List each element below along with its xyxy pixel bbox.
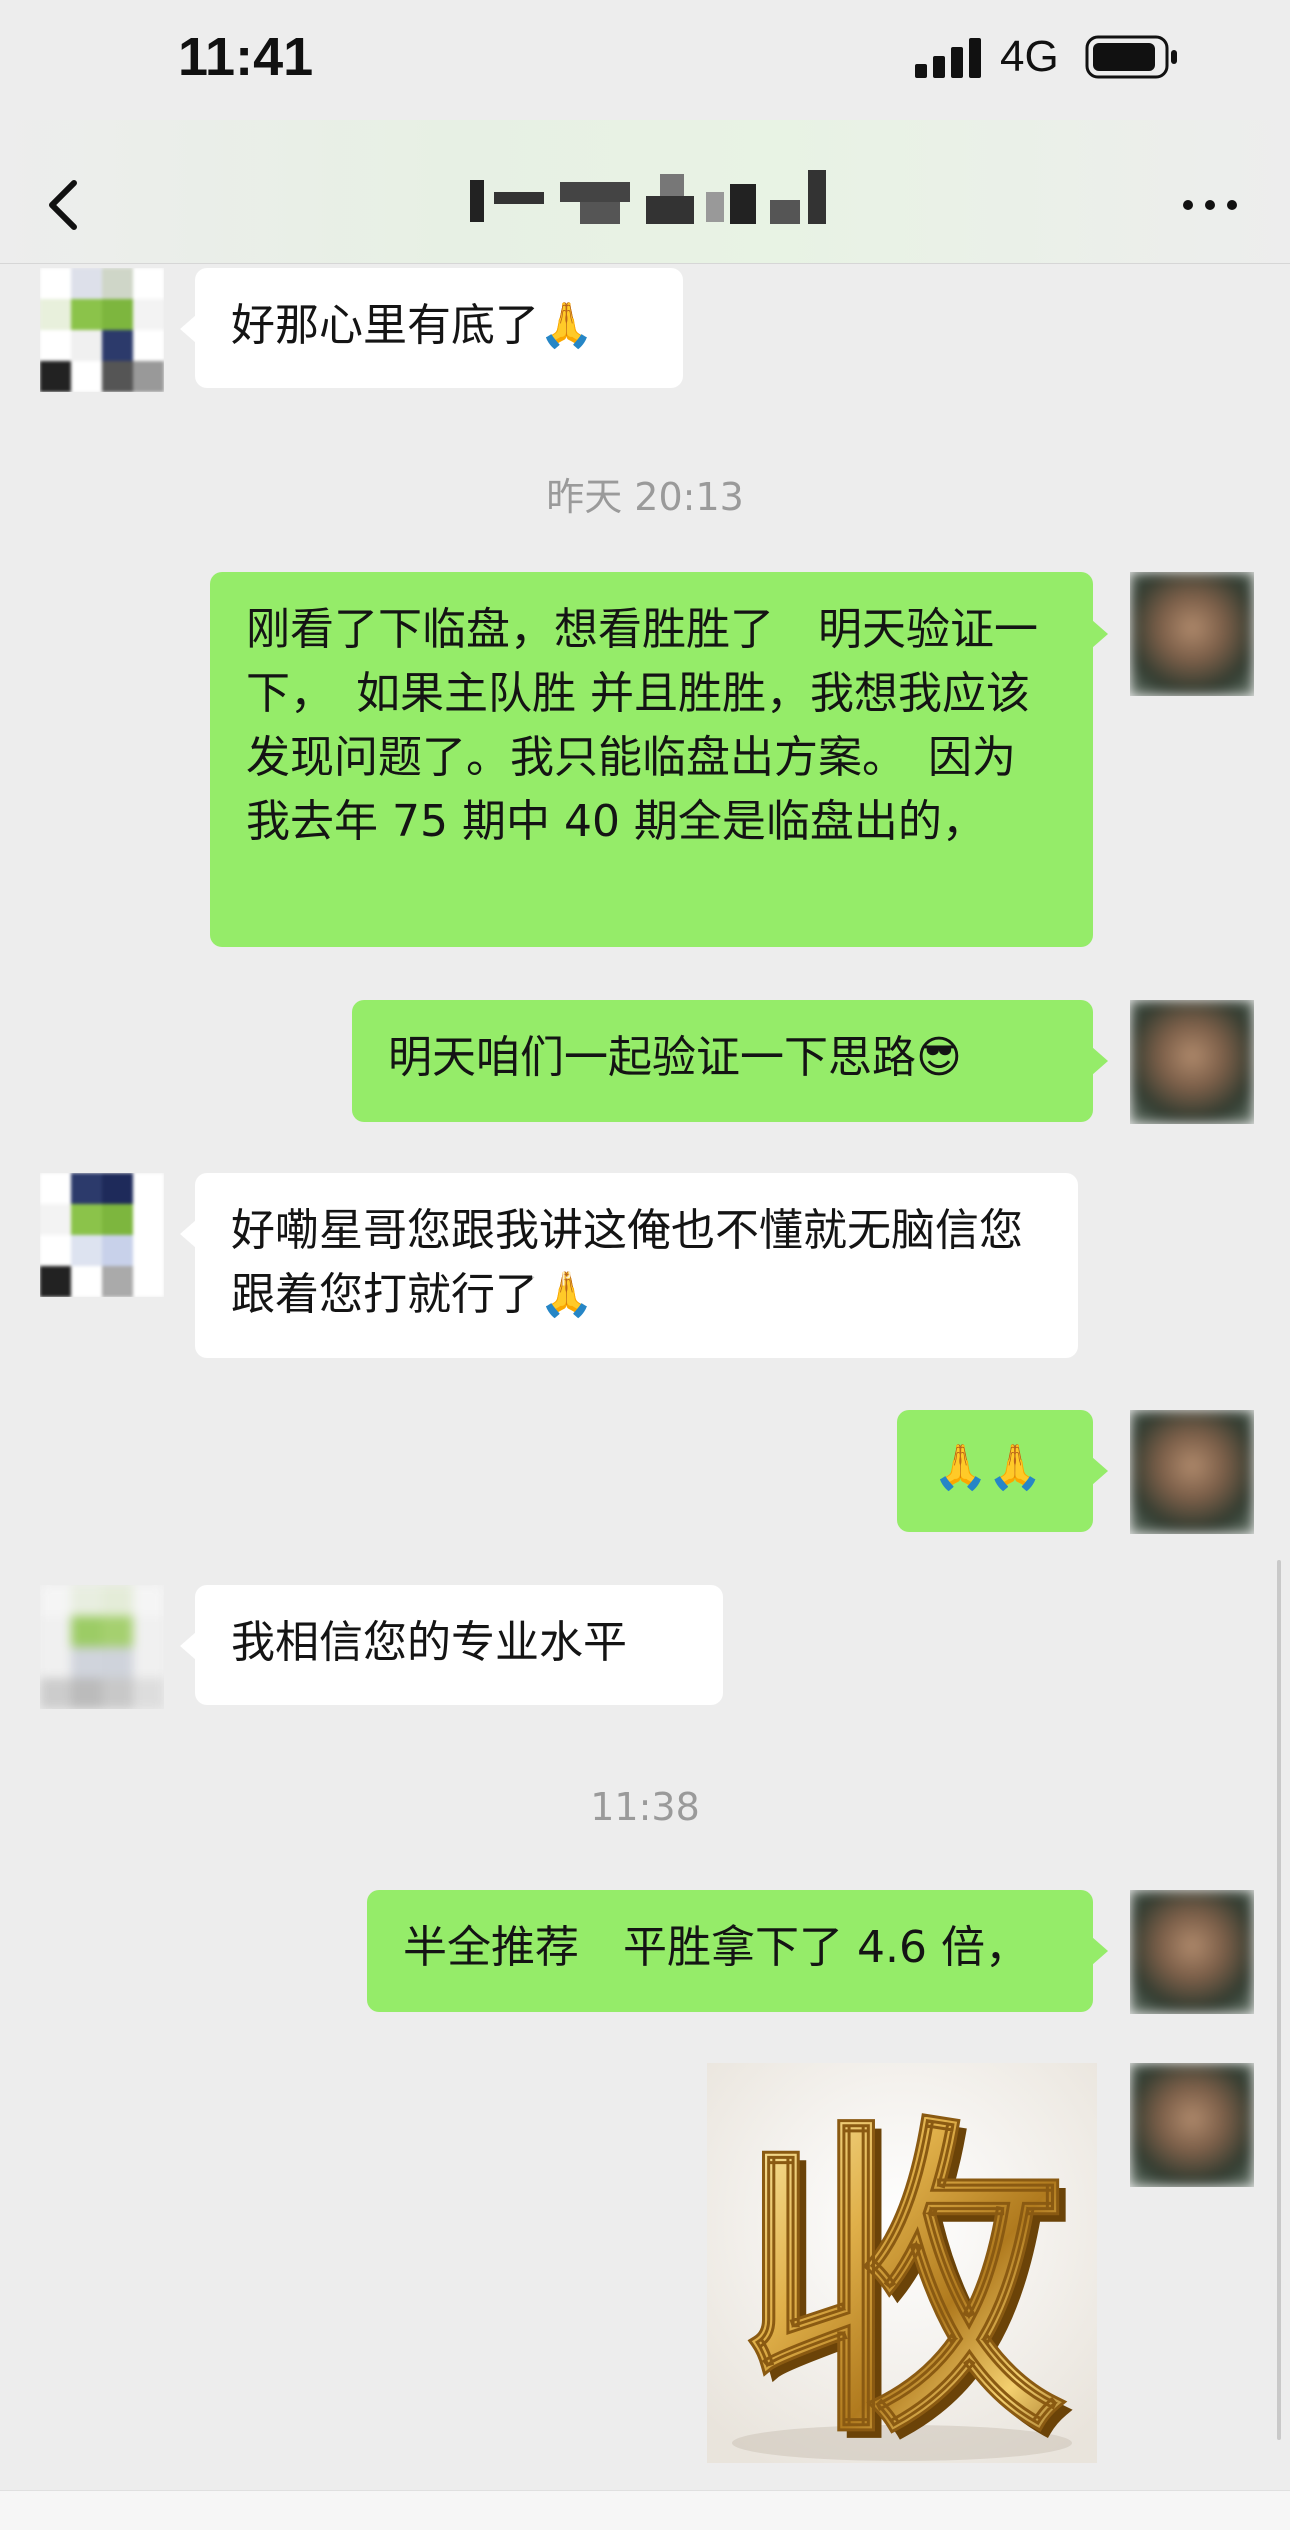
back-chevron-icon[interactable] <box>40 175 90 235</box>
chat-title-pixelated <box>470 170 826 224</box>
gold-character-image: 收 收 <box>707 2063 1097 2463</box>
my-avatar[interactable] <box>1130 1890 1254 2014</box>
more-options-icon[interactable] <box>1180 195 1240 215</box>
signal-icon <box>915 38 981 78</box>
timestamp: 11:38 <box>590 1785 700 1829</box>
network-type: 4G <box>1000 32 1059 81</box>
status-bar: 11:41 4G <box>0 0 1290 120</box>
watermark: @阿星足球观 <box>530 1256 710 1291</box>
my-avatar[interactable] <box>1130 2063 1254 2187</box>
message-bubble-sent[interactable]: 🙏🙏 <box>897 1410 1093 1532</box>
status-time: 11:41 <box>178 27 314 87</box>
my-avatar[interactable] <box>1130 1000 1254 1124</box>
chat-header <box>0 120 1290 264</box>
scrollbar[interactable] <box>1277 1560 1281 2440</box>
my-avatar[interactable] <box>1130 1410 1254 1534</box>
message-bubble-sent[interactable]: 刚看了下临盘，想看胜胜了 明天验证一下， 如果主队胜 并且胜胜，我想我应该发现问… <box>210 572 1093 947</box>
battery-icon <box>1085 35 1177 79</box>
image-message[interactable]: 收 收 <box>707 2063 1097 2463</box>
timestamp: 昨天 20:13 <box>546 475 744 519</box>
message-bubble-received[interactable]: 好那心里有底了🙏 <box>195 268 683 388</box>
contact-avatar[interactable] <box>40 268 164 392</box>
input-bar <box>0 2490 1290 2530</box>
message-bubble-sent[interactable]: 半全推荐 平胜拿下了 4.6 倍， <box>367 1890 1093 2012</box>
message-bubble-received[interactable]: 我相信您的专业水平 <box>195 1585 723 1705</box>
image-caption-glyph: 收 <box>737 2092 1067 2463</box>
my-avatar[interactable] <box>1130 572 1254 696</box>
contact-avatar[interactable] <box>40 1173 164 1297</box>
contact-avatar[interactable] <box>40 1585 164 1709</box>
message-bubble-sent[interactable]: 明天咱们一起验证一下思路😎 <box>352 1000 1093 1122</box>
